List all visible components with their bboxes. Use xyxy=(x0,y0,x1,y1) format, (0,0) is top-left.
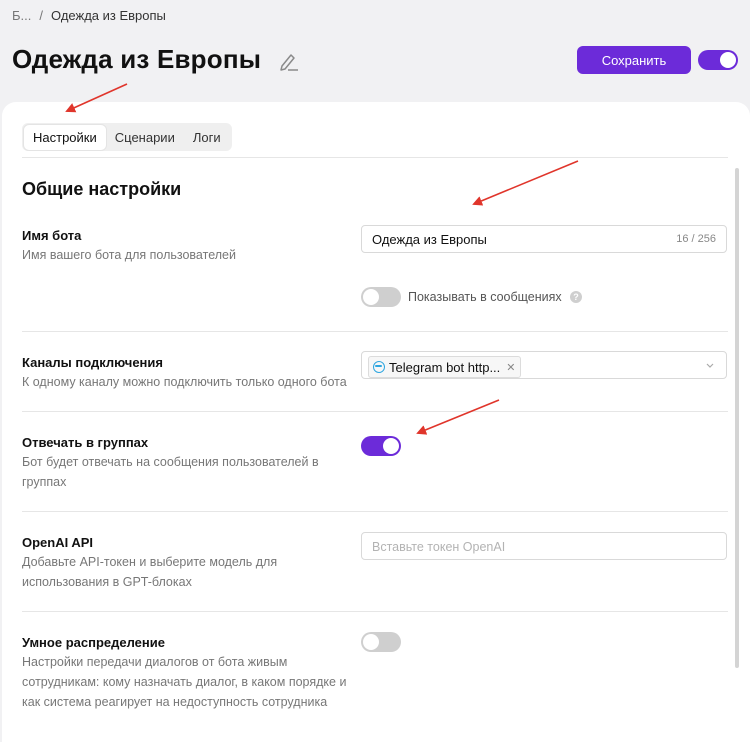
show-in-messages-toggle[interactable] xyxy=(361,287,401,307)
row-divider xyxy=(22,511,728,512)
openai-description: Добавьте API-токен и выберите модель для… xyxy=(22,555,278,589)
openai-title: OpenAI API xyxy=(22,535,94,550)
tab-logs[interactable]: Логи xyxy=(184,125,230,150)
edit-pencil-icon[interactable] xyxy=(276,49,300,73)
page-title: Одежда из Европы xyxy=(12,44,262,74)
chevron-down-icon[interactable] xyxy=(704,359,716,371)
tab-scenarios[interactable]: Сценарии xyxy=(106,125,184,150)
tab-bar: Настройки Сценарии Логи xyxy=(22,123,232,151)
bot-active-toggle[interactable] xyxy=(698,50,738,70)
scrollbar[interactable] xyxy=(735,168,739,668)
toggle-knob xyxy=(383,438,399,454)
channel-chip: Telegram bot http... ✕ xyxy=(368,356,521,378)
openai-token-input[interactable]: Вставьте токен OpenAI xyxy=(361,532,727,560)
row-divider xyxy=(22,411,728,412)
bot-name-description: Имя вашего бота для пользователей xyxy=(22,248,236,262)
smart-distribution-title: Умное распределение xyxy=(22,635,165,650)
toggle-knob xyxy=(720,52,736,68)
bot-name-value: Одежда из Европы xyxy=(372,232,487,247)
smart-distribution-description: Настройки передачи диалогов от бота живы… xyxy=(22,655,347,709)
openai-token-placeholder: Вставьте токен OpenAI xyxy=(372,540,506,554)
breadcrumb-current: Одежда из Европы xyxy=(51,8,166,23)
save-button[interactable]: Сохранить xyxy=(577,46,691,74)
breadcrumb-separator: / xyxy=(39,8,43,23)
show-in-messages-label: Показывать в сообщениях xyxy=(408,290,562,304)
bot-name-input[interactable]: Одежда из Европы 16 / 256 xyxy=(361,225,727,253)
char-counter: 16 / 256 xyxy=(676,233,716,245)
toggle-knob xyxy=(363,634,379,650)
groups-title: Отвечать в группах xyxy=(22,435,149,450)
chip-remove-icon[interactable]: ✕ xyxy=(506,361,515,374)
row-divider xyxy=(22,331,728,332)
smart-distribution-toggle[interactable] xyxy=(361,632,401,652)
section-title: Общие настройки xyxy=(22,179,182,199)
channel-chip-label: Telegram bot http... xyxy=(389,359,501,375)
channels-select[interactable]: Telegram bot http... ✕ xyxy=(361,351,727,379)
reply-in-groups-toggle[interactable] xyxy=(361,436,401,456)
toggle-knob xyxy=(363,289,379,305)
breadcrumb-root-link[interactable]: Б... xyxy=(12,8,31,23)
channels-description: К одному каналу можно подключить только … xyxy=(22,375,347,389)
row-divider xyxy=(22,611,728,612)
bot-name-title: Имя бота xyxy=(22,228,82,243)
telegram-icon xyxy=(373,361,385,373)
channels-title: Каналы подключения xyxy=(22,355,163,370)
groups-description: Бот будет отвечать на сообщения пользова… xyxy=(22,455,319,489)
tabs-divider xyxy=(22,157,728,158)
breadcrumb: Б... / Одежда из Европы xyxy=(12,8,166,23)
help-icon[interactable]: ? xyxy=(570,291,582,303)
tab-settings[interactable]: Настройки xyxy=(24,124,106,150)
